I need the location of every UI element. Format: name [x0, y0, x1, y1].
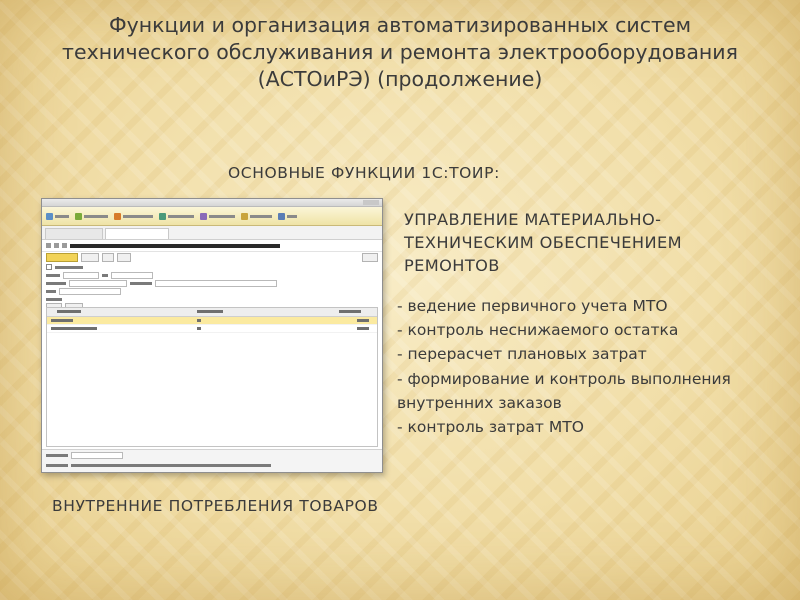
- bottom-heading: ВНУТРЕННИЕ ПОТРЕБЛЕНИЯ ТОВАРОВ: [52, 497, 379, 515]
- toolbar-item: [46, 212, 69, 220]
- toolbar-item: [278, 212, 297, 220]
- bullet-item: - перерасчет плановых затрат: [397, 345, 647, 364]
- toolbar-icon: [46, 212, 53, 220]
- table-row: [47, 317, 377, 325]
- table-row: [47, 325, 377, 333]
- toolbar-item: [241, 212, 272, 220]
- window-controls: [363, 200, 379, 205]
- subheading-line: УПРАВЛЕНИЕ МАТЕРИАЛЬНО-: [404, 210, 662, 229]
- star-icon: [62, 243, 67, 248]
- command-bar: [42, 252, 382, 263]
- window-tab-active: [105, 228, 169, 239]
- toolbar-icon: [159, 212, 166, 220]
- primary-button: [46, 253, 78, 262]
- toolbar-icon: [241, 212, 248, 220]
- checkbox: [46, 264, 52, 270]
- back-arrow-icon: [46, 243, 51, 248]
- window-titlebar: [42, 199, 382, 207]
- toolbar-icon: [278, 212, 285, 220]
- command-button: [81, 253, 99, 262]
- app-screenshot: [41, 198, 383, 473]
- form-row: [42, 295, 382, 303]
- form-row: [42, 279, 382, 287]
- window-tabs: [42, 226, 382, 240]
- window-toolbar: [42, 207, 382, 226]
- form-row: [42, 271, 382, 279]
- slide-title-line: технического обслуживания и ремонта элек…: [62, 40, 738, 64]
- form-row: [42, 287, 382, 295]
- bullet-item: - контроль затрат МТО: [397, 418, 584, 437]
- toolbar-icon: [200, 212, 207, 220]
- toolbar-item: [75, 212, 108, 220]
- more-button: [362, 253, 378, 262]
- warehouse-field: [155, 279, 277, 287]
- footer-field: [71, 452, 123, 459]
- table-header: [47, 308, 377, 317]
- date-field: [111, 271, 153, 279]
- toolbar-icon: [75, 212, 82, 220]
- slide-title: Функции и организация автоматизированных…: [40, 12, 760, 93]
- slide-title-line: Функции и организация автоматизированных…: [108, 13, 692, 37]
- slide-title-line: (АСТОиРЭ) (продолжение): [257, 67, 543, 91]
- bullet-list: - ведение первичного учета МТО - контрол…: [397, 294, 792, 439]
- subheading-line: ТЕХНИЧЕСКИМ ОБЕСПЕЧЕНИЕМ: [404, 233, 683, 252]
- toolbar-item: [200, 212, 235, 220]
- form-row: [42, 263, 382, 271]
- object-field: [59, 287, 121, 295]
- toolbar-item: [114, 212, 153, 220]
- subheading: УПРАВЛЕНИЕ МАТЕРИАЛЬНО- ТЕХНИЧЕСКИМ ОБЕС…: [404, 208, 784, 277]
- bullet-item: - ведение первичного учета МТО: [397, 297, 668, 315]
- number-field: [63, 271, 99, 279]
- bullet-item: - формирование и контроль выполнения вну…: [397, 369, 731, 412]
- toolbar-icon: [114, 212, 121, 220]
- goods-table: [46, 307, 378, 447]
- organization-field: [69, 279, 127, 287]
- forward-arrow-icon: [54, 243, 59, 248]
- subheading-line: РЕМОНТОВ: [404, 256, 500, 275]
- bullet-item: - контроль неснижаемого остатка: [397, 321, 679, 340]
- window-footer: [42, 449, 382, 472]
- toolbar-item: [159, 212, 194, 220]
- command-button: [102, 253, 114, 262]
- document-title: [42, 240, 382, 252]
- command-button: [117, 253, 131, 262]
- window-tab: [45, 228, 103, 239]
- section-heading: ОСНОВНЫЕ ФУНКЦИИ 1С:ТОИР:: [228, 164, 500, 182]
